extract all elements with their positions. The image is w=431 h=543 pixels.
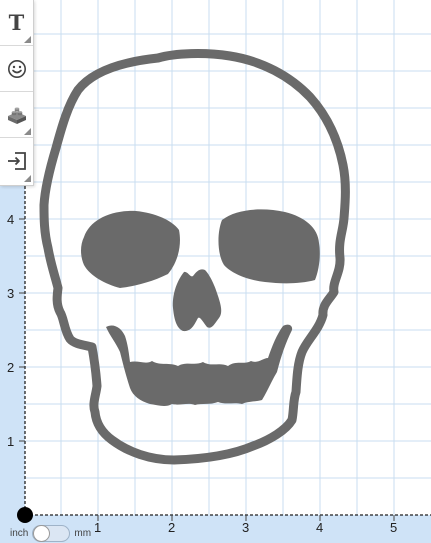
skull-shape[interactable] (39, 49, 350, 465)
right-eye-socket[interactable] (218, 209, 320, 284)
unit-label-mm[interactable]: mm (74, 528, 91, 539)
tool-palette: T (0, 0, 34, 186)
text-icon: T (8, 10, 25, 35)
y-tick-label-4: 4 (7, 212, 15, 227)
brick-icon (7, 107, 26, 124)
unit-toggle: inch mm (10, 524, 91, 543)
x-tick-label-2: 2 (168, 520, 176, 535)
x-tick-label-3: 3 (242, 520, 250, 535)
x-tick-label-1: 1 (94, 520, 102, 535)
origin-point[interactable] (17, 507, 33, 523)
unit-switch-knob[interactable] (33, 525, 51, 542)
canvas-grid[interactable] (0, 0, 431, 543)
jaw-and-teeth[interactable] (106, 324, 293, 407)
smiley-icon (7, 59, 26, 78)
unit-label-inch[interactable]: inch (10, 528, 28, 539)
submenu-corner-icon (24, 36, 31, 43)
import-icon (7, 152, 26, 170)
text-tool-button[interactable]: T (0, 0, 33, 46)
x-tick-label-4: 4 (316, 520, 324, 535)
submenu-corner-icon (24, 128, 31, 135)
nose-cavity[interactable] (172, 269, 222, 332)
import-tool-button[interactable] (0, 138, 33, 184)
y-tick-label-2: 2 (7, 360, 15, 375)
brick-tool-button[interactable] (0, 92, 33, 138)
y-tick-label-3: 3 (7, 286, 15, 301)
submenu-corner-icon (24, 175, 31, 182)
left-eye-socket[interactable] (81, 210, 180, 288)
x-tick-label-5: 5 (390, 520, 398, 535)
design-canvas[interactable]: 1 2 3 4 5 4 3 2 1 T inch mm (0, 0, 431, 543)
emoji-tool-button[interactable] (0, 46, 33, 92)
unit-switch[interactable] (32, 525, 71, 542)
y-tick-label-1: 1 (7, 434, 15, 449)
